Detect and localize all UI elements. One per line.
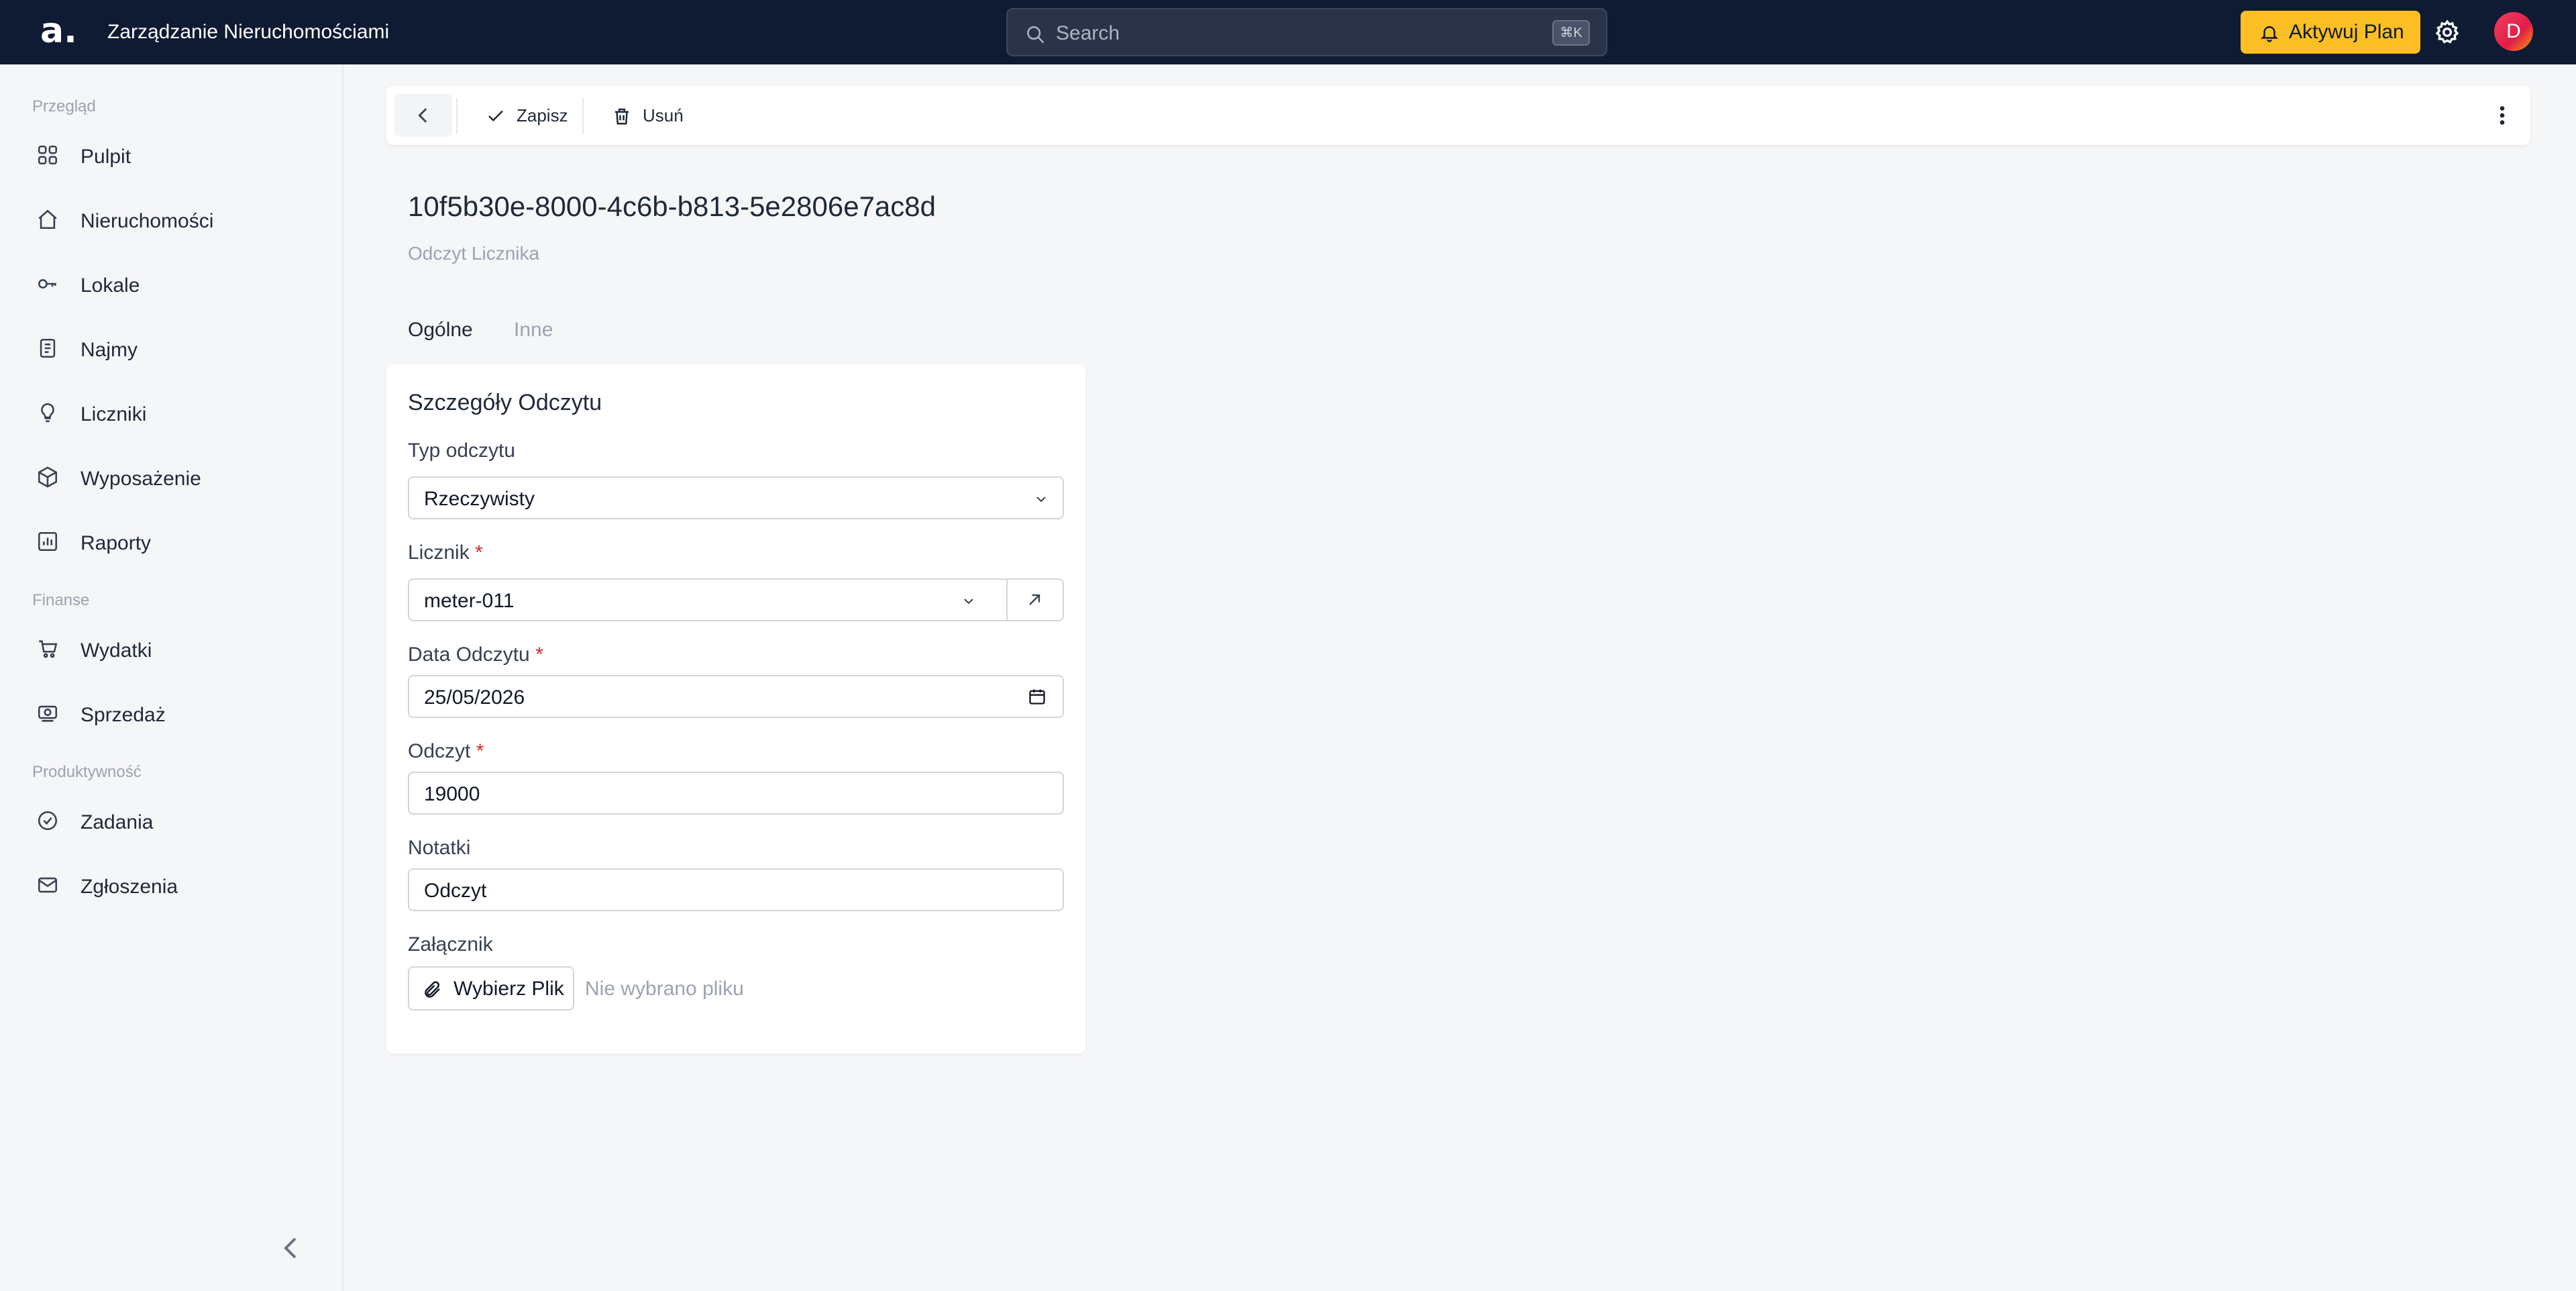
mail-icon <box>38 877 58 893</box>
reading-type-label: Typ odczytu <box>408 440 516 462</box>
tab-other[interactable]: Inne <box>514 317 553 344</box>
reading-label-text: Odczyt <box>408 740 471 762</box>
reading-type-value: Rzeczywisty <box>424 488 535 510</box>
sidebar-item-leases[interactable]: Najmy <box>0 323 342 377</box>
reading-date-label: Data Odczytu * <box>408 643 543 667</box>
chevron-left-icon <box>418 108 427 123</box>
attachment-label: Załącznik <box>408 933 493 956</box>
notes-value: Odczyt <box>424 880 487 902</box>
house-icon <box>38 209 57 229</box>
back-button[interactable] <box>394 94 452 137</box>
reading-type-select[interactable]: Rzeczywisty <box>408 476 1064 519</box>
sidebar-item-equipment[interactable]: Wyposażenie <box>0 452 342 506</box>
meter-label-text: Licznik <box>408 541 470 564</box>
required-mark: * <box>475 541 483 564</box>
chevron-down-icon <box>964 599 973 605</box>
sidebar-item-label: Zgłoszenia <box>80 876 178 898</box>
sidebar-item-label: Liczniki <box>80 403 147 425</box>
sidebar-item-label: Pulpit <box>80 146 131 168</box>
tab-general[interactable]: Ogólne <box>408 317 473 344</box>
delete-button[interactable]: Usuń <box>612 94 706 137</box>
sidebar-item-label: Nieruchomości <box>80 210 214 232</box>
meter-label: Licznik * <box>408 541 483 565</box>
open-meter-button[interactable] <box>1006 580 1064 620</box>
trash-icon <box>615 108 629 125</box>
sidebar-item-meters[interactable]: Liczniki <box>0 388 342 442</box>
app-title: Zarządzanie Nieruchomościami <box>107 21 390 43</box>
reading-date-label-text: Data Odczytu <box>408 643 530 666</box>
choose-file-button[interactable]: Wybierz Plik <box>408 966 574 1011</box>
record-toolbar: Zapisz Usuń <box>386 86 2530 145</box>
lightbulb-icon <box>41 403 54 423</box>
search-placeholder: Search <box>1056 22 1120 44</box>
bell-icon <box>2260 26 2279 42</box>
reading-value: 19000 <box>424 783 480 805</box>
activate-plan-button[interactable]: Aktywuj Plan <box>2241 11 2420 54</box>
sidebar-item-reports[interactable]: Raporty <box>0 517 342 570</box>
meter-select[interactable]: meter-011 <box>408 578 1064 621</box>
sidebar-item-label: Wydatki <box>80 639 152 662</box>
gear-icon[interactable] <box>2434 19 2461 46</box>
sidebar-item-sales[interactable]: Sprzedaż <box>0 688 342 742</box>
sidebar-section-overview: Przegląd <box>32 97 96 115</box>
reading-date-value: 25/05/2026 <box>424 686 525 709</box>
sidebar-item-label: Wyposażenie <box>80 468 201 490</box>
user-avatar[interactable]: D <box>2494 12 2533 51</box>
calendar-icon[interactable] <box>1028 687 1046 706</box>
meter-value: meter-011 <box>424 590 515 612</box>
document-icon <box>40 338 56 358</box>
check-icon <box>488 110 503 122</box>
sidebar: Przegląd Pulpit Nieruchomości Lokale Naj… <box>0 64 343 1291</box>
delete-label: Usuń <box>643 105 684 125</box>
notes-input[interactable]: Odczyt <box>408 868 1064 911</box>
sidebar-item-dashboard[interactable]: Pulpit <box>0 130 342 184</box>
search-icon <box>1027 26 1044 44</box>
sidebar-item-label: Sprzedaż <box>80 704 166 726</box>
sidebar-item-expenses[interactable]: Wydatki <box>0 624 342 678</box>
cart-icon <box>39 640 58 658</box>
notes-label: Notatki <box>408 837 471 859</box>
search-bar[interactable]: Search ⌘K <box>1006 8 1607 56</box>
sidebar-section-finance: Finanse <box>32 591 90 609</box>
box-icon <box>38 466 58 488</box>
sidebar-section-productivity: Produktywność <box>32 763 142 781</box>
key-icon <box>38 279 56 289</box>
toolbar-divider <box>456 98 458 134</box>
sidebar-item-label: Najmy <box>80 339 138 361</box>
sidebar-item-label: Raporty <box>80 532 152 554</box>
grid-icon <box>38 145 58 165</box>
check-circle-icon <box>38 811 58 831</box>
choose-file-label: Wybierz Plik <box>453 978 564 1000</box>
save-label: Zapisz <box>517 105 568 125</box>
sidebar-item-units[interactable]: Lokale <box>0 259 342 313</box>
sidebar-item-label: Lokale <box>80 274 140 297</box>
toolbar-divider <box>582 98 584 134</box>
record-id-title: 10f5b30e-8000-4c6b-b813-5e2806e7ac8d <box>408 191 936 222</box>
top-bar: a. Zarządzanie Nieruchomościami Search ⌘… <box>0 0 2576 64</box>
chart-icon <box>38 531 58 552</box>
reading-input[interactable]: 19000 <box>408 772 1064 815</box>
paperclip-icon <box>425 981 440 998</box>
required-mark: * <box>535 643 543 666</box>
sidebar-item-label: Zadania <box>80 811 154 833</box>
card-title: Szczegóły Odczytu <box>408 390 602 415</box>
file-status-text: Nie wybrano pliku <box>585 978 744 1000</box>
search-shortcut-badge: ⌘K <box>1552 20 1590 46</box>
sidebar-item-properties[interactable]: Nieruchomości <box>0 195 342 248</box>
sidebar-item-tasks[interactable]: Zadania <box>0 796 342 849</box>
required-mark: * <box>476 740 484 762</box>
reading-label: Odczyt * <box>408 739 484 764</box>
reading-date-input[interactable]: 25/05/2026 <box>408 675 1064 718</box>
collapse-sidebar-icon[interactable] <box>280 1235 302 1261</box>
record-type-subtitle: Odczyt Licznika <box>408 243 540 264</box>
reading-details-card: Szczegóły Odczytu Typ odczytu Rzeczywist… <box>386 364 1085 1053</box>
arrow-up-right-icon <box>1029 594 1040 605</box>
more-options-icon[interactable] <box>2494 103 2510 127</box>
activate-plan-label: Aktywuj Plan <box>2289 21 2404 43</box>
cash-icon <box>38 705 58 722</box>
app-logo[interactable]: a. <box>40 11 80 51</box>
save-button[interactable]: Zapisz <box>486 94 586 137</box>
sidebar-item-tickets[interactable]: Zgłoszenia <box>0 860 342 914</box>
chevron-down-icon <box>1036 497 1046 503</box>
